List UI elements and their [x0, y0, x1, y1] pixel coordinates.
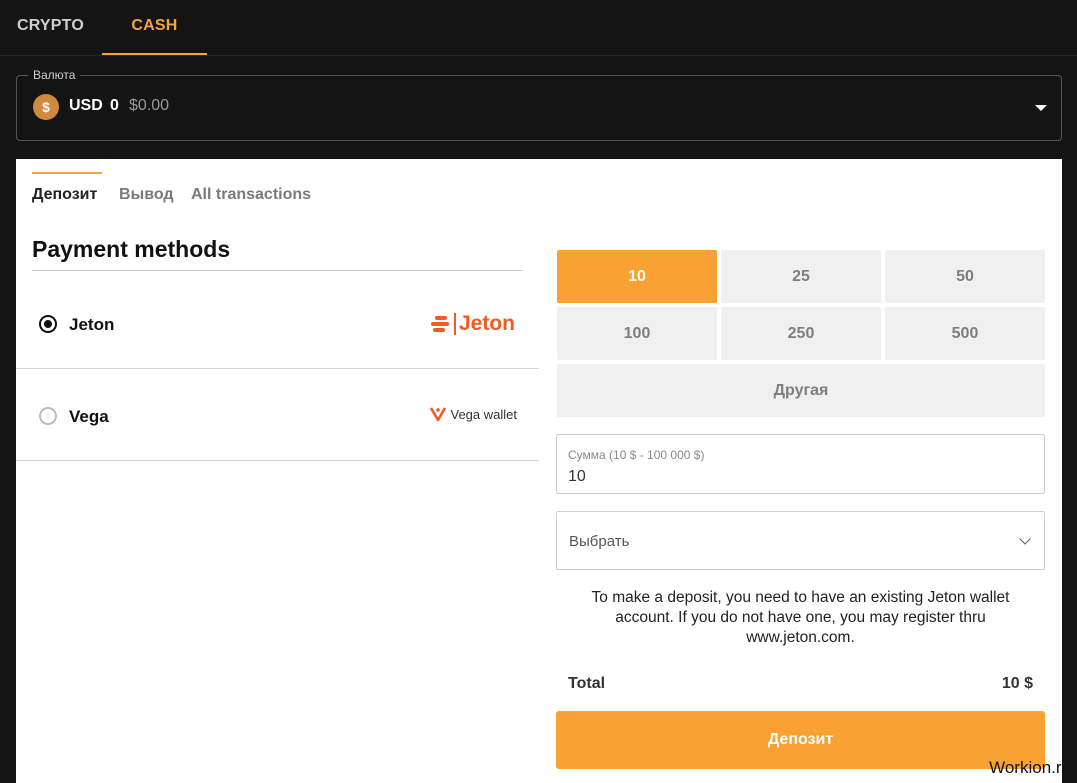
vega-logo-icon	[429, 407, 446, 422]
amount-input-value[interactable]: 10	[568, 468, 586, 486]
top-tab-bar: CRYPTO CASH	[0, 0, 1077, 56]
amount-option-100[interactable]: 100	[557, 307, 717, 360]
method-name: Jeton	[69, 315, 115, 334]
amount-option-10[interactable]: 10	[557, 250, 717, 303]
radio-selected[interactable]	[39, 315, 57, 333]
currency-select[interactable]: Валюта $ USD 0 $0.00	[16, 67, 1062, 141]
deposit-info-text: To make a deposit, you need to have an e…	[591, 589, 1010, 646]
tab-all-transactions[interactable]: All transactions	[191, 186, 311, 204]
currency-code: USD	[69, 97, 103, 114]
tab-crypto[interactable]: CRYPTO	[17, 0, 84, 55]
watermark: Workion.ru	[989, 758, 1071, 777]
vega-logo-text: Vega wallet	[450, 406, 518, 422]
vega-wallet-logo: Vega wallet	[429, 405, 518, 423]
payment-method-jeton[interactable]: Jeton Jeton	[16, 277, 539, 369]
total-value: 10 $	[1001, 675, 1033, 692]
cashier-panel: Депозит Вывод All transactions Payment m…	[16, 159, 1062, 783]
tab-deposit[interactable]: Депозит	[32, 186, 97, 204]
active-tab-indicator	[32, 172, 102, 174]
payment-methods-title: Payment methods	[32, 236, 231, 262]
divider	[32, 270, 523, 271]
dollar-coin-icon: $	[33, 94, 59, 120]
amount-input-label: Сумма (10 $ - 100 000 $)	[568, 448, 705, 462]
total-label: Total	[568, 675, 606, 692]
method-name: Vega	[69, 407, 109, 426]
jeton-logo: Jeton	[430, 311, 515, 337]
amount-option-250[interactable]: 250	[721, 307, 881, 360]
wallet-select[interactable]: Выбрать	[556, 511, 1045, 570]
caret-down-icon[interactable]	[1035, 105, 1047, 111]
currency-balance: 0	[110, 97, 119, 114]
jeton-logo-icon	[430, 314, 449, 334]
amount-option-50[interactable]: 50	[885, 250, 1045, 303]
payment-method-vega[interactable]: Vega Vega wallet	[16, 369, 539, 461]
currency-usd-value: $0.00	[129, 97, 170, 114]
amount-input[interactable]: Сумма (10 $ - 100 000 $) 10	[556, 434, 1045, 494]
amount-option-other[interactable]: Другая	[557, 364, 1045, 417]
amount-option-25[interactable]: 25	[721, 250, 881, 303]
tab-cash[interactable]: CASH	[102, 0, 207, 55]
jeton-logo-text: Jeton	[458, 312, 515, 335]
chevron-down-icon	[1019, 533, 1031, 545]
currency-label: Валюта	[28, 67, 81, 83]
amount-option-500[interactable]: 500	[885, 307, 1045, 360]
deposit-button[interactable]: Депозит	[556, 711, 1045, 769]
tab-withdraw[interactable]: Вывод	[119, 186, 174, 204]
radio-unselected[interactable]	[39, 407, 57, 425]
select-placeholder: Выбрать	[569, 533, 630, 550]
